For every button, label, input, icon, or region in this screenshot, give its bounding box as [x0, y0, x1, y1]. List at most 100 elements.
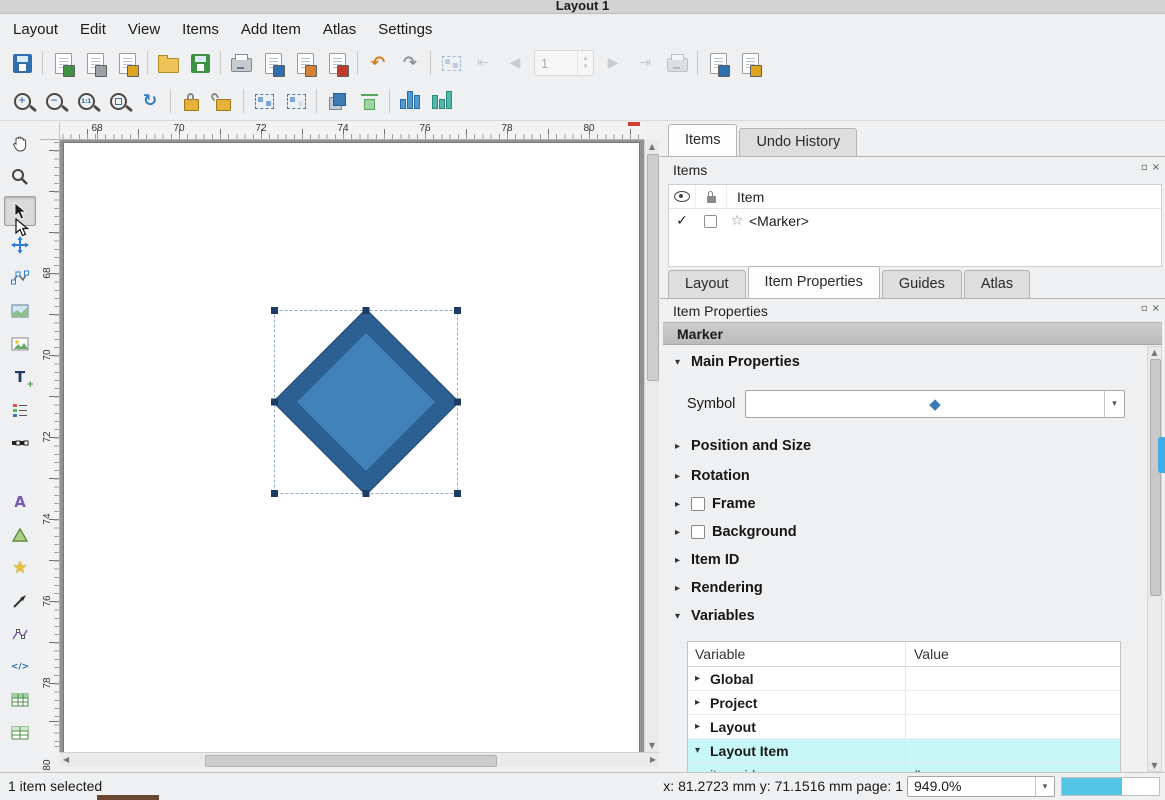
marker-diamond-fill[interactable]	[297, 333, 435, 471]
add-north-arrow-button[interactable]: A	[5, 488, 35, 516]
variables-row-layout[interactable]: ▸Layout	[688, 715, 1120, 739]
export-image-button[interactable]	[258, 48, 288, 78]
scroll-left-icon[interactable]: ◀	[63, 755, 69, 764]
menu-view[interactable]: View	[117, 14, 171, 44]
canvas-vertical-scrollbar[interactable]: ▲ ▼	[644, 140, 659, 752]
selection-handle[interactable]	[271, 307, 278, 314]
chevron-down-icon[interactable]: ▾	[1104, 391, 1124, 417]
last-feature-button[interactable]: ⇥	[630, 48, 660, 78]
section-main-properties[interactable]: ▾ Main Properties	[675, 354, 800, 370]
spinner-arrows-icon[interactable]: ▴▾	[577, 51, 593, 75]
add-node-item-button[interactable]	[5, 620, 35, 648]
close-panel-icon[interactable]: ×	[1152, 162, 1160, 173]
export-pdf-button[interactable]	[322, 48, 352, 78]
tab-atlas[interactable]: Atlas	[964, 270, 1030, 298]
section-item-id[interactable]: ▸ Item ID	[675, 552, 739, 568]
add-fixed-table-button[interactable]	[5, 719, 35, 747]
print-layout-button[interactable]	[226, 48, 256, 78]
menu-items[interactable]: Items	[171, 14, 230, 44]
section-variables[interactable]: ▾ Variables	[675, 608, 755, 624]
zoom-tool-button[interactable]	[5, 163, 35, 191]
chevron-right-icon[interactable]: ▸	[695, 673, 705, 684]
tab-guides[interactable]: Guides	[882, 270, 962, 298]
zoom-in-button[interactable]: +	[7, 86, 37, 116]
selection-handle[interactable]	[271, 399, 278, 406]
preview-atlas-button[interactable]	[436, 48, 466, 78]
selection-handle[interactable]	[363, 307, 370, 314]
canvas-horizontal-scroll-thumb[interactable]	[205, 755, 497, 767]
canvas-vertical-scroll-thumb[interactable]	[647, 154, 659, 381]
variables-row-global[interactable]: ▸Global	[688, 667, 1120, 691]
resize-items-button[interactable]	[427, 86, 457, 116]
properties-scroll-thumb[interactable]	[1150, 359, 1161, 596]
float-panel-icon[interactable]: ▫	[1141, 162, 1148, 173]
align-items-button[interactable]	[354, 86, 384, 116]
background-checkbox[interactable]	[691, 525, 705, 539]
section-background[interactable]: ▸ Background	[675, 524, 797, 540]
pan-tool-button[interactable]	[5, 130, 35, 158]
selection-handle[interactable]	[454, 490, 461, 497]
add-legend-button[interactable]	[5, 396, 35, 424]
variables-row-project[interactable]: ▸Project	[688, 691, 1120, 715]
section-position-and-size[interactable]: ▸ Position and Size	[675, 438, 811, 454]
tab-items[interactable]: Items	[668, 124, 737, 156]
marker-item[interactable]	[264, 300, 468, 504]
add-arrow-button[interactable]	[5, 587, 35, 615]
add-picture-button[interactable]	[5, 330, 35, 358]
collapsed-panel-handle[interactable]	[1158, 437, 1165, 473]
add-shape-button[interactable]	[5, 521, 35, 549]
chevron-down-icon[interactable]: ▾	[1035, 777, 1054, 796]
add-label-button[interactable]: T +	[5, 363, 35, 391]
group-items-button[interactable]	[249, 86, 279, 116]
visibility-check-icon[interactable]: ✓	[669, 213, 695, 229]
chevron-right-icon[interactable]: ▸	[695, 697, 705, 708]
load-template-button[interactable]	[153, 48, 183, 78]
menu-atlas[interactable]: Atlas	[312, 14, 367, 44]
first-feature-button[interactable]: ⇤	[468, 48, 498, 78]
section-rotation[interactable]: ▸ Rotation	[675, 468, 750, 484]
menu-add-item[interactable]: Add Item	[230, 14, 312, 44]
section-frame[interactable]: ▸ Frame	[675, 496, 756, 512]
menu-layout[interactable]: Layout	[2, 14, 69, 44]
item-row-marker[interactable]: ✓ ☆ <Marker>	[669, 209, 1161, 233]
symbol-selector[interactable]: ◆ ▾	[745, 390, 1125, 418]
close-panel-icon[interactable]: ×	[1152, 303, 1160, 314]
scroll-down-icon[interactable]: ▼	[645, 741, 659, 750]
chevron-down-icon[interactable]: ▾	[695, 745, 705, 756]
zoom-level-combo[interactable]: 949.0% ▾	[907, 776, 1055, 797]
variables-row-layout-item[interactable]: ▾Layout Item	[688, 739, 1120, 763]
raise-items-button[interactable]	[322, 86, 352, 116]
tab-item-properties[interactable]: Item Properties	[748, 266, 880, 298]
export-atlas-button[interactable]	[703, 48, 733, 78]
properties-scrollbar[interactable]: ▲ ▼	[1147, 346, 1162, 772]
save-template-button[interactable]	[185, 48, 215, 78]
menu-settings[interactable]: Settings	[367, 14, 443, 44]
lock-checkbox[interactable]	[704, 215, 717, 228]
add-attribute-table-button[interactable]	[5, 686, 35, 714]
canvas-horizontal-scrollbar[interactable]: ◀ ▶	[60, 752, 659, 767]
duplicate-layout-button[interactable]	[80, 48, 110, 78]
menu-edit[interactable]: Edit	[69, 14, 117, 44]
add-map-button[interactable]	[5, 297, 35, 325]
tab-undo-history[interactable]: Undo History	[739, 128, 857, 156]
add-marker-button[interactable]: ★	[5, 554, 35, 582]
frame-checkbox[interactable]	[691, 497, 705, 511]
scroll-up-icon[interactable]: ▲	[645, 142, 659, 151]
selection-handle[interactable]	[363, 490, 370, 497]
undo-button[interactable]: ↶	[363, 48, 393, 78]
layout-manager-button[interactable]	[112, 48, 142, 78]
zoom-out-button[interactable]: −	[39, 86, 69, 116]
selection-handle[interactable]	[271, 490, 278, 497]
layout-canvas[interactable]	[60, 140, 644, 752]
chevron-right-icon[interactable]: ▸	[695, 721, 705, 732]
add-html-button[interactable]: </>	[5, 653, 35, 681]
refresh-view-button[interactable]: ↻	[135, 86, 165, 116]
zoom-full-button[interactable]	[103, 86, 133, 116]
previous-feature-button[interactable]: ◀	[500, 48, 530, 78]
save-project-button[interactable]	[7, 48, 37, 78]
unlock-items-button[interactable]	[208, 86, 238, 116]
new-layout-button[interactable]	[48, 48, 78, 78]
ungroup-items-button[interactable]	[281, 86, 311, 116]
variables-row-item-id[interactable]: item_id ''	[688, 763, 1120, 772]
tab-layout[interactable]: Layout	[668, 270, 746, 298]
